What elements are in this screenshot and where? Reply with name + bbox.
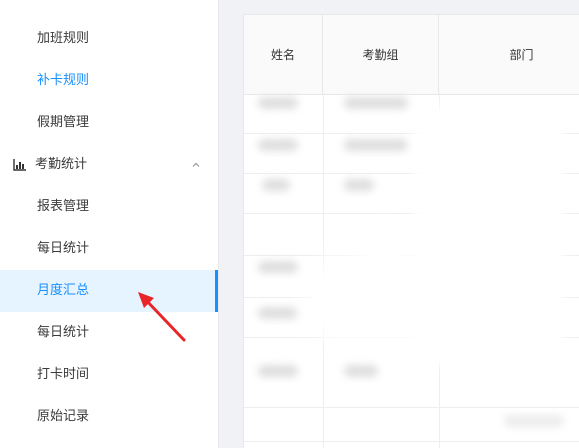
- redacted-cell: [344, 179, 374, 191]
- sidebar-item-leave-management[interactable]: 假期管理: [0, 102, 218, 144]
- sidebar-group-attendance-stats[interactable]: 考勤统计: [0, 144, 218, 186]
- redacted-cell: [258, 365, 298, 377]
- table-header-department[interactable]: 部门: [439, 15, 579, 95]
- sidebar-item-clock-times[interactable]: 打卡时间: [0, 354, 218, 396]
- redaction-overlay: [414, 105, 564, 365]
- main-content: 姓名 考勤组 部门: [219, 0, 579, 448]
- sidebar-item-report-management[interactable]: 报表管理: [0, 186, 218, 228]
- table-header-name[interactable]: 姓名: [244, 15, 323, 95]
- sidebar-item-label: 报表管理: [37, 199, 90, 214]
- sidebar-group-label: 考勤统计: [35, 157, 88, 172]
- row-divider: [244, 407, 579, 408]
- redacted-cell: [258, 139, 298, 151]
- redacted-cell: [262, 179, 290, 191]
- sidebar-item-label: 加班规则: [37, 31, 90, 46]
- sidebar-item-label: 打卡时间: [37, 367, 90, 382]
- redacted-cell: [258, 261, 298, 273]
- sidebar-item-label: 原始记录: [37, 409, 90, 424]
- row-divider: [244, 441, 579, 442]
- sidebar-item-overtime-rules[interactable]: 加班规则: [0, 18, 218, 60]
- app-root: 加班规则 补卡规则 假期管理 考勤统计 报表管理 每日统计 月度汇总 每日统计 …: [0, 0, 579, 448]
- sidebar-item-makeup-rules[interactable]: 补卡规则: [0, 60, 218, 102]
- sidebar-item-label: 每日统计: [37, 241, 90, 256]
- bar-chart-icon: [13, 159, 26, 171]
- table-card: 姓名 考勤组 部门: [243, 14, 579, 448]
- redaction-overlay: [354, 225, 414, 265]
- sidebar-item-label: 月度汇总: [37, 283, 90, 298]
- redacted-cell: [344, 365, 378, 377]
- redacted-cell: [344, 139, 408, 151]
- chevron-up-icon[interactable]: [192, 161, 200, 169]
- redacted-cell: [504, 415, 564, 427]
- sidebar-item-daily-stats[interactable]: 每日统计: [0, 228, 218, 270]
- annotation-arrow-icon: [138, 292, 186, 342]
- sidebar: 加班规则 补卡规则 假期管理 考勤统计 报表管理 每日统计 月度汇总 每日统计 …: [0, 0, 219, 448]
- sidebar-item-raw-records[interactable]: 原始记录: [0, 396, 218, 438]
- redacted-cell: [258, 307, 298, 319]
- redacted-cell: [344, 97, 408, 109]
- sidebar-item-label: 假期管理: [37, 115, 90, 130]
- redacted-cell: [258, 97, 298, 109]
- table-header-attendance-group[interactable]: 考勤组: [323, 15, 439, 95]
- sidebar-item-label: 补卡规则: [37, 73, 90, 88]
- sidebar-item-label: 每日统计: [37, 325, 90, 340]
